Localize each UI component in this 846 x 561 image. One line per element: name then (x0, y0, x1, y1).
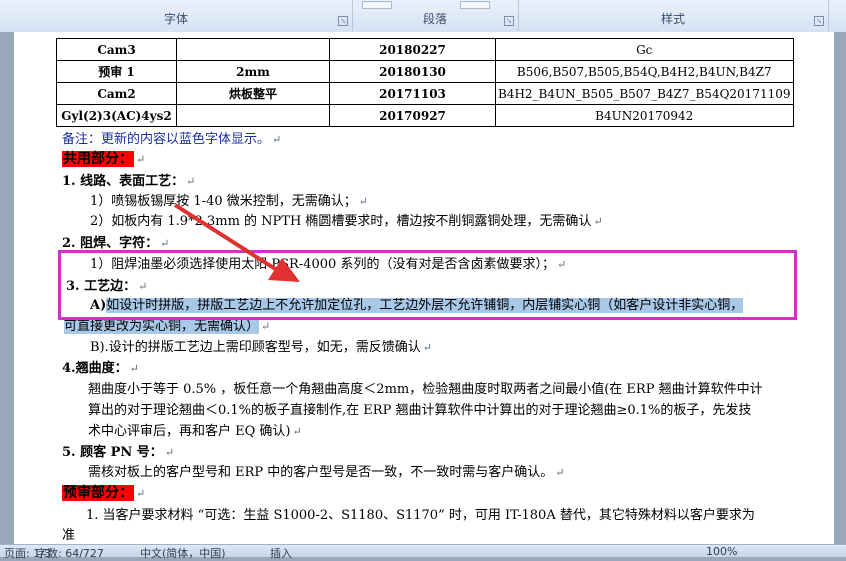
status-zoom[interactable]: 100% (706, 545, 737, 558)
status-bar: 页面: 1/3 字数: 64/727 中文(简体，中国) 插入 100% (0, 544, 846, 560)
status-mode[interactable]: 插入 (270, 545, 292, 561)
status-words[interactable]: 字数: 64/727 (36, 545, 104, 561)
annotation-arrow-icon (173, 203, 300, 282)
status-language[interactable]: 中文(简体，中国) (140, 545, 226, 561)
